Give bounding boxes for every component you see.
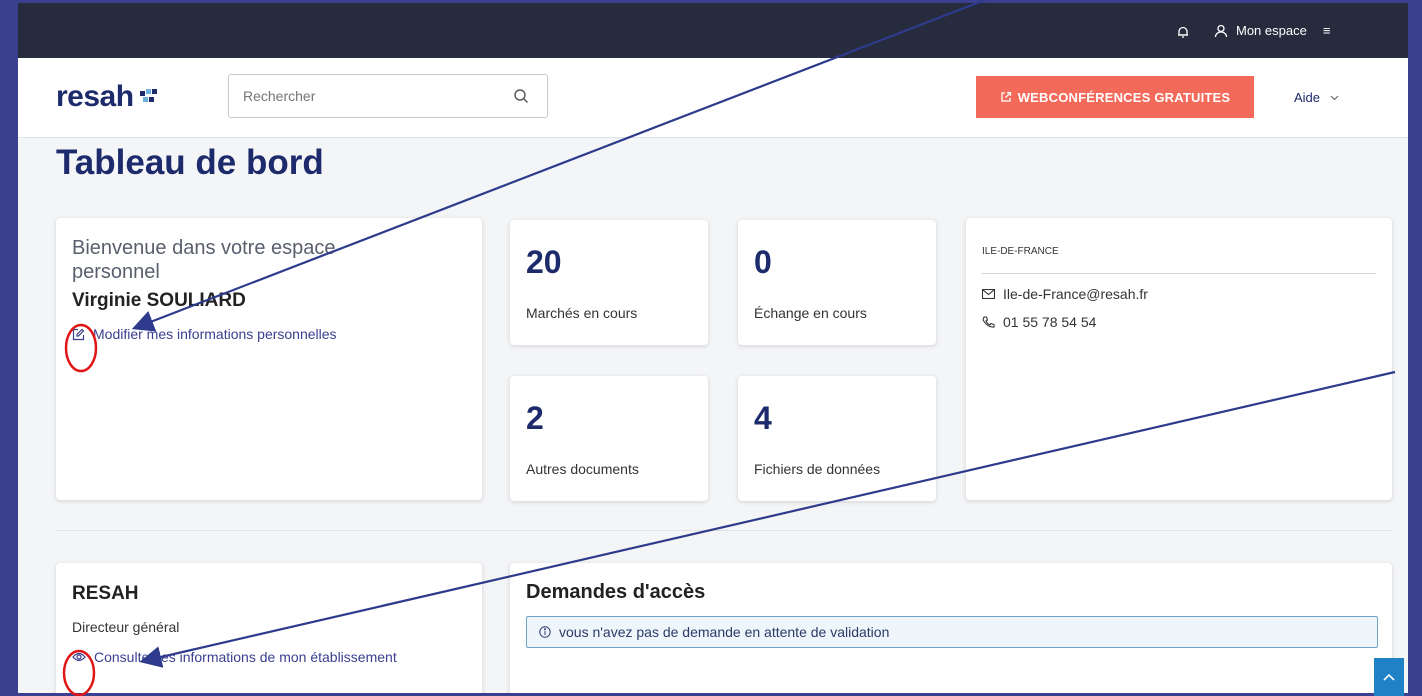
user-role: Directeur général <box>72 619 180 635</box>
establishment-card: RESAH Directeur général Consulter les in… <box>56 563 482 693</box>
search-icon[interactable] <box>513 88 529 104</box>
view-establishment-label: Consulter les informations de mon établi… <box>94 649 397 665</box>
info-alert-text: vous n'avez pas de demande en attente de… <box>559 624 890 640</box>
user-icon <box>1214 24 1228 37</box>
page-title: Tableau de bord <box>56 143 324 182</box>
stat-label: Marchés en cours <box>526 305 638 321</box>
eye-icon <box>72 652 86 662</box>
user-name: Virginie SOULIARD <box>72 290 246 311</box>
account-label: Mon espace <box>1236 23 1307 38</box>
chevron-up-icon <box>1383 673 1395 681</box>
search-input[interactable] <box>243 88 503 104</box>
scroll-to-top-button[interactable] <box>1374 658 1404 696</box>
access-requests-title: Demandes d'accès <box>526 581 706 603</box>
bell-icon[interactable] <box>1176 25 1190 39</box>
welcome-card: Bienvenue dans votre espace personnel Vi… <box>56 218 482 500</box>
webconferences-label: WEBCONFÉRENCES GRATUITES <box>1017 89 1231 105</box>
regional-contact-card: ILE-DE-FRANCE Ile-de-France@resah.fr 01 … <box>966 218 1392 500</box>
external-link-icon <box>1001 91 1011 102</box>
search-box <box>228 74 548 118</box>
establishment-name: RESAH <box>72 583 139 604</box>
section-divider <box>56 530 1392 531</box>
phone-icon <box>982 315 995 328</box>
logo-mark-icon <box>139 89 158 105</box>
contact-email-row[interactable]: Ile-de-France@resah.fr <box>982 286 1376 302</box>
stat-value: 2 <box>526 400 544 436</box>
stat-value: 0 <box>754 244 772 280</box>
info-icon <box>539 626 551 638</box>
top-bar: Mon espace ≡ <box>18 3 1408 58</box>
help-label: Aide <box>1294 90 1321 105</box>
help-menu[interactable]: Aide <box>1294 90 1339 105</box>
site-header: resah WEBCONFÉRENCES GRATUITES Aide <box>18 58 1408 138</box>
stat-value: 20 <box>526 244 562 280</box>
stat-value: 4 <box>754 400 772 436</box>
account-menu[interactable]: Mon espace ≡ <box>1214 23 1330 38</box>
info-alert: vous n'avez pas de demande en attente de… <box>526 616 1378 648</box>
resah-logo[interactable]: resah <box>56 80 158 114</box>
mail-icon <box>982 289 995 299</box>
logo-text: resah <box>56 80 134 113</box>
access-requests-card: Demandes d'accès vous n'avez pas de dema… <box>510 563 1392 693</box>
contact-phone-row[interactable]: 01 55 78 54 54 <box>982 314 1376 330</box>
edit-icon <box>72 328 85 340</box>
view-establishment-link[interactable]: Consulter les informations de mon établi… <box>72 649 466 665</box>
contact-phone: 01 55 78 54 54 <box>1003 314 1097 330</box>
stat-card-autres-documents[interactable]: 2 Autres documents <box>510 376 708 501</box>
chevron-down-icon <box>1330 95 1339 100</box>
page-frame: Mon espace ≡ resah WEBCONFÉRENC <box>0 0 1422 696</box>
stat-card-fichiers-donnees[interactable]: 4 Fichiers de données <box>738 376 936 501</box>
stat-card-marches[interactable]: 20 Marchés en cours <box>510 220 708 345</box>
edit-personal-info-link[interactable]: Modifier mes informations personnelles <box>72 326 466 342</box>
stat-label: Échange en cours <box>754 305 867 321</box>
edit-personal-info-label: Modifier mes informations personnelles <box>93 326 337 342</box>
region-name: ILE-DE-FRANCE <box>982 246 1376 274</box>
stat-card-echanges[interactable]: 0 Échange en cours <box>738 220 936 345</box>
stat-label: Autres documents <box>526 461 639 477</box>
hamburger-menu-icon[interactable]: ≡ <box>1323 23 1331 38</box>
contact-email: Ile-de-France@resah.fr <box>1003 286 1148 302</box>
webconferences-button[interactable]: WEBCONFÉRENCES GRATUITES <box>976 76 1254 118</box>
welcome-title: Bienvenue dans votre espace personnel <box>72 237 336 283</box>
stat-label: Fichiers de données <box>754 461 881 477</box>
